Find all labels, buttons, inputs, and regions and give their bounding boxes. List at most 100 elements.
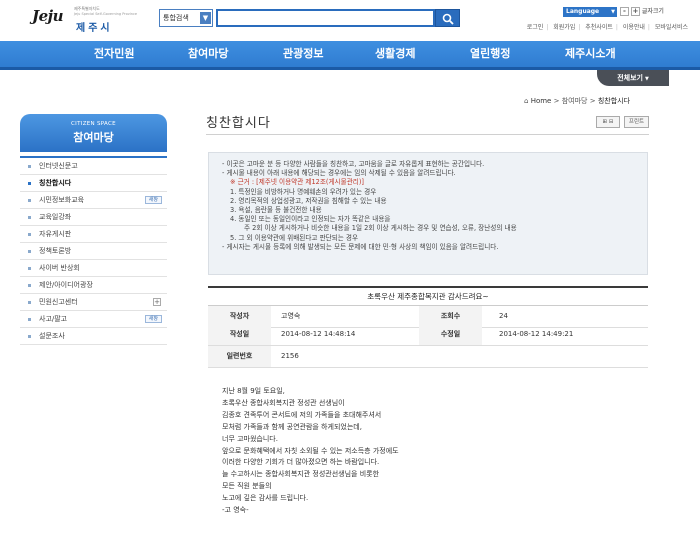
sidebar-header-en: CITIZEN SPACE	[71, 121, 116, 127]
post-body-line: 너무 고마웠습니다.	[222, 434, 278, 443]
login-link[interactable]: 로그인	[527, 24, 544, 31]
expand-icon[interactable]: +	[153, 298, 161, 306]
notice-line: 3. 욕설, 음란물 등 불건전한 내용	[230, 206, 322, 215]
post-body-line: 이러한 다양한 기회가 더 많아졌으면 하는 바람입니다.	[222, 458, 380, 467]
signup-link[interactable]: 회원가입	[553, 24, 575, 31]
sidebar-item[interactable]: 교육일강좌	[20, 209, 167, 226]
post-body-line: -고 영숙-	[222, 506, 249, 515]
divider: |	[647, 24, 650, 31]
breadcrumb-item[interactable]: 참여마당	[562, 97, 588, 105]
expand-collapse-button[interactable]: ⊞ ⊟	[596, 116, 620, 128]
divider: |	[546, 24, 549, 31]
divider: |	[615, 24, 618, 31]
breadcrumb-separator: >	[589, 97, 596, 105]
notice-line: 1. 특정인을 비방하거나 명예훼손의 우려가 있는 경우	[230, 187, 377, 196]
main-navigation: 전자민원 참여마당 관광정보 생활경제 열린행정 제주시소개	[0, 41, 700, 70]
nav-item-tourism[interactable]: 관광정보	[283, 41, 323, 67]
sidebar-item[interactable]: 사고/팔고 새창	[20, 311, 167, 328]
serial-number-label: 일련번호	[208, 346, 271, 367]
notice-line: 주 2회 이상 게시하거나 비슷한 내용을 1일 2회 이상 게시하는 경우 및…	[244, 224, 517, 233]
logo-subtitle-en: Jeju Special Self-Governing Province	[74, 12, 138, 16]
sidebar-item-label: 인터넷신문고	[39, 162, 78, 170]
notice-line: 5. 그 외 이용약관에 위배된다고 판단되는 경우	[230, 233, 359, 242]
utility-links: 로그인 | 회원가입 | 추천사이트 | 이용안내 | 모바일서비스	[473, 22, 688, 31]
sidebar: CITIZEN SPACE 참여마당 인터넷신문고 칭찬합시다 시민정보화교육 새창 교…	[19, 86, 167, 542]
chevron-down-icon: ▼	[200, 12, 211, 24]
sidebar-menu: 인터넷신문고 칭찬합시다 시민정보화교육 새창 교육일강좌 자유게시판 정책토론방 사이버 반…	[20, 156, 167, 345]
sidebar-item-label: 자유게시판	[39, 230, 72, 238]
chevron-down-icon: ▼	[611, 9, 615, 15]
font-decrease-button[interactable]: -	[620, 7, 629, 16]
post-body-line: 모든 직원 분들의	[222, 482, 272, 491]
divider: |	[578, 24, 581, 31]
sidebar-item[interactable]: 시민정보화교육 새창	[20, 192, 167, 209]
modified-label: 수정일	[419, 324, 482, 345]
post-meta-row: 일련번호 2156	[208, 346, 648, 368]
nav-item-e-civil[interactable]: 전자민원	[94, 41, 134, 67]
view-all-label: 전체보기	[617, 74, 643, 82]
new-window-badge: 새창	[144, 196, 162, 204]
search-scope-value: 통합검색	[163, 14, 189, 22]
font-increase-button[interactable]: +	[630, 7, 640, 16]
notice-line: - 이곳은 고마운 분 등 다양한 사람들을 칭찬하고, 고마움을 글로 자유롭…	[222, 160, 485, 168]
chevron-down-icon: ▼	[644, 76, 649, 82]
post-body-line: 앞으로 문화혜택에서 자칫 소외될 수 있는 저소득층 가정에도	[222, 446, 399, 455]
title-divider	[206, 134, 649, 135]
print-button[interactable]: 프린트	[624, 116, 649, 128]
sidebar-header: CITIZEN SPACE 참여마당	[20, 114, 167, 152]
breadcrumb-home[interactable]: Home	[531, 97, 552, 105]
sidebar-item-label: 사고/팔고	[39, 315, 68, 323]
site-logo[interactable]: Jeju 제주특별자치도 Jeju Special Self-Governing…	[32, 5, 152, 35]
search-icon	[442, 13, 454, 25]
sidebar-item-label: 칭찬합시다	[39, 179, 72, 187]
post-body: 지난 8월 9일 토요일, 초록우산 종합사회복지관 정성관 선생님이 김종호 견족…	[222, 386, 622, 517]
sidebar-item[interactable]: 정책토론방	[20, 243, 167, 260]
language-select[interactable]: Language ▼	[563, 7, 617, 17]
mobile-service-link[interactable]: 모바일서비스	[655, 24, 688, 31]
sidebar-item-label: 사이버 반상회	[39, 264, 80, 272]
sidebar-item[interactable]: 칭찬합시다	[20, 175, 167, 192]
sidebar-item[interactable]: 제안/아이디어광장	[20, 277, 167, 294]
view-all-menu-button[interactable]: 전체보기 ▼	[597, 70, 669, 86]
font-size-label: 글자크기	[641, 8, 664, 15]
search-button[interactable]	[435, 9, 460, 27]
post-body-line: 모처럼 가족들과 함께 공연관람을 하게되었는데,	[222, 422, 362, 431]
nav-item-administration[interactable]: 열린행정	[470, 41, 510, 67]
board-notice: - 이곳은 고마운 분 등 다양한 사람들을 칭찬하고, 고마움을 글로 자유롭…	[208, 152, 648, 275]
post-body-line: 김종호 견족투어 콘서트에 저의 가족들을 초대해주셔서	[222, 410, 382, 419]
breadcrumb-current: 칭찬합시다	[597, 97, 631, 105]
nav-item-participation[interactable]: 참여마당	[188, 41, 228, 67]
post-meta-row: 작성일 2014-08-12 14:48:14 수정일 2014-08-12 1…	[208, 324, 648, 346]
nav-item-about-city[interactable]: 제주시소개	[565, 41, 616, 67]
sidebar-item[interactable]: 자유게시판	[20, 226, 167, 243]
breadcrumb: ⌂ Home > 참여마당 > 칭찬합시다	[524, 96, 630, 106]
sidebar-item-label: 설문조사	[39, 332, 65, 340]
sidebar-item[interactable]: 사이버 반상회	[20, 260, 167, 277]
logo-mark: Jeju	[32, 7, 63, 25]
post-body-line: 지난 8월 9일 토요일,	[222, 387, 285, 395]
language-label: Language	[566, 8, 600, 15]
logo-city-name: 제주시	[76, 23, 113, 34]
recommended-sites-link[interactable]: 추천사이트	[585, 24, 613, 31]
sidebar-item-label: 시민정보화교육	[39, 196, 85, 204]
sidebar-item[interactable]: 민원신고센터 +	[20, 294, 167, 311]
post-body-line: 늘 수고하시는 종합사회복지관 정성관선생님을 비롯한	[222, 470, 380, 479]
notice-line: ※ 근거 : [제주넷 이용약관 제12조(게시물관리)]	[230, 178, 364, 187]
font-size-control: - + 글자크기	[620, 7, 664, 17]
sidebar-item-label: 교육일강좌	[39, 213, 72, 221]
sidebar-item[interactable]: 인터넷신문고	[20, 158, 167, 175]
usage-guide-link[interactable]: 이용안내	[623, 24, 645, 31]
new-window-badge: 새창	[144, 315, 162, 323]
post-title: 초록우산 제주종합복지관 감사드려요~	[208, 286, 648, 306]
site-header: Jeju 제주특별자치도 Jeju Special Self-Governing…	[0, 0, 700, 40]
utility-area: Language ▼ - + 글자크기 로그인 | 회원가입 | 추천사이트 | 이용…	[473, 5, 688, 35]
nav-item-economy[interactable]: 생활경제	[375, 41, 415, 67]
search-scope-select[interactable]: 통합검색 ▼	[159, 9, 213, 27]
sidebar-item[interactable]: 설문조사	[20, 328, 167, 345]
modified-value: 2014-08-12 14:49:21	[499, 330, 574, 338]
breadcrumb-separator: >	[553, 97, 560, 105]
notice-line: - 게시자는 게시물 등록에 의해 발생되는 모든 문제에 대한 민·형 사상의…	[222, 242, 499, 251]
notice-line: 2. 영리목적의 상업성광고, 저작권을 침해할 수 있는 내용	[230, 196, 387, 205]
sidebar-header-ko: 참여마당	[73, 131, 114, 144]
search-input[interactable]	[216, 9, 435, 27]
